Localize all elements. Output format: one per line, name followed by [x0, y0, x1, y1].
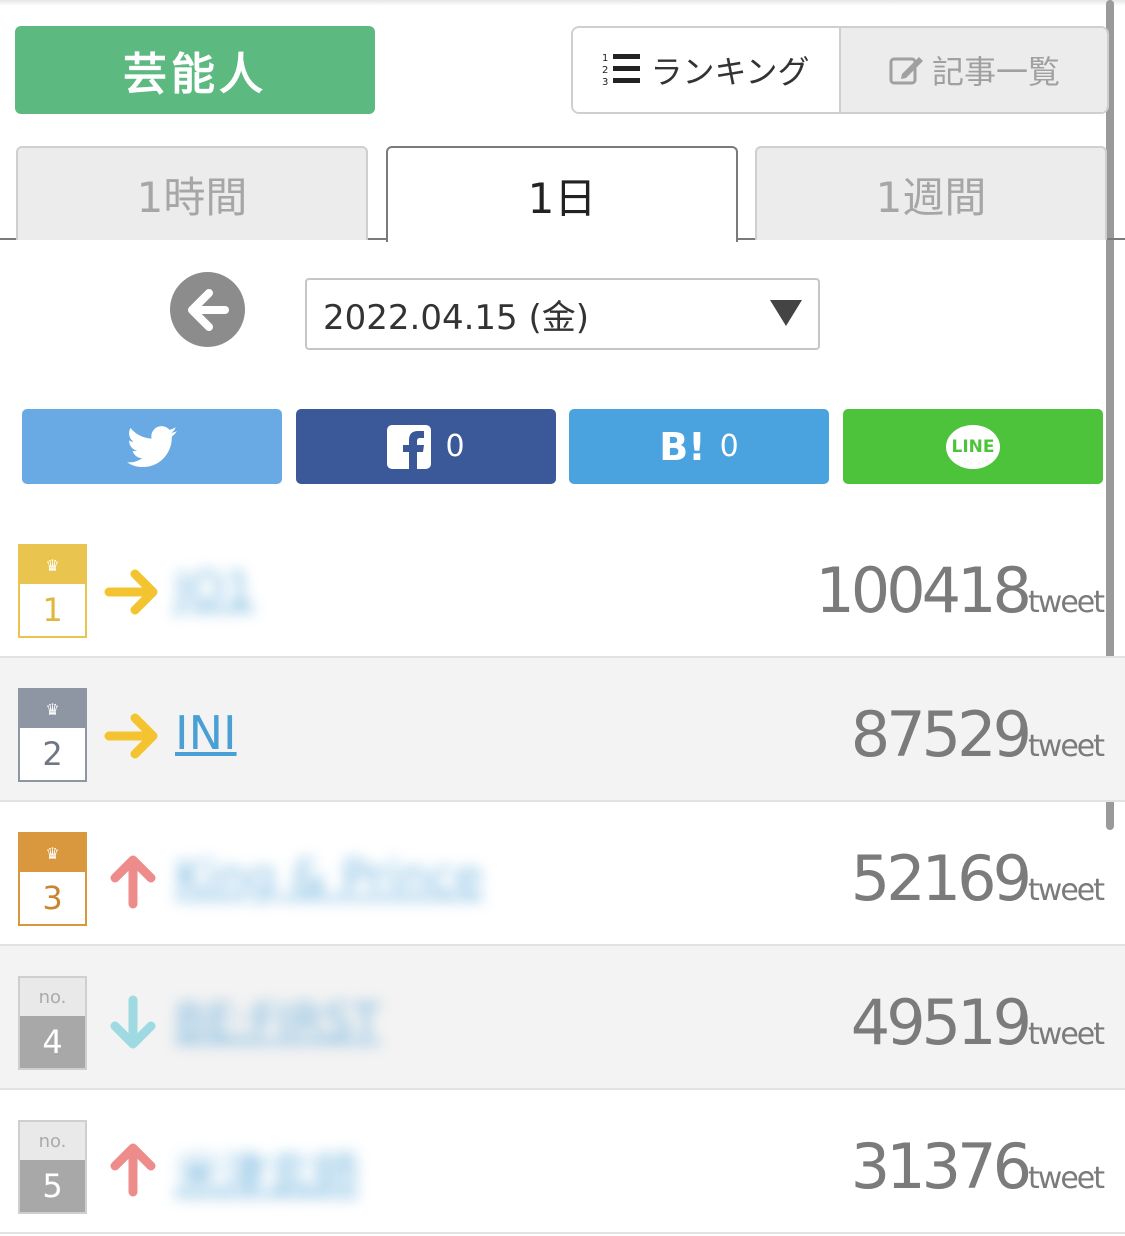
edit-icon [889, 57, 923, 85]
hatena-bookmark-icon: B! [659, 424, 706, 469]
tweet-unit: tweet [1028, 1161, 1105, 1196]
facebook-icon [387, 424, 432, 469]
rank-number: 1 [20, 584, 85, 636]
tweet-count-value: 87529 [850, 698, 1032, 771]
facebook-share-button[interactable]: 0 [296, 409, 556, 484]
crown-icon: ♛ [20, 690, 85, 728]
tweet-count-value: 52169 [850, 842, 1032, 915]
articles-view-label: 記事一覧 [931, 53, 1060, 91]
ranking-row-4[interactable]: no. 4 BE:FIRST 49519 tweet [0, 946, 1125, 1090]
tweet-unit: tweet [1028, 585, 1105, 620]
arrow-left-icon [187, 288, 229, 331]
tweet-unit: tweet [1028, 729, 1105, 764]
tweet-count-value: 49519 [850, 986, 1032, 1059]
tweet-count: 49519 tweet [850, 986, 1105, 1059]
rank-number: 5 [20, 1160, 85, 1212]
svg-text:3: 3 [602, 77, 608, 88]
svg-text:1: 1 [602, 53, 608, 64]
tweet-count: 87529 tweet [850, 698, 1105, 771]
rank-badge: ♛ 2 [18, 688, 87, 782]
tweet-count: 100418 tweet [815, 554, 1105, 627]
ranking-view-label: ランキング [650, 53, 810, 91]
facebook-share-count: 0 [445, 429, 465, 464]
top-shadow [0, 0, 1125, 6]
rank-number: 3 [20, 872, 85, 924]
twitter-bird-icon [127, 425, 177, 467]
artist-link[interactable]: 米津玄師 [175, 1138, 359, 1204]
crown-icon: ♛ [20, 546, 85, 584]
artist-link[interactable]: King & Prince [175, 850, 483, 904]
rank-badge: no. 4 [18, 976, 87, 1070]
tweet-unit: tweet [1028, 1017, 1105, 1052]
rank-badge: ♛ 3 [18, 832, 87, 926]
date-select[interactable]: 2022.04.15 (金) [305, 278, 820, 350]
arrow-right-icon [104, 713, 158, 759]
artist-link[interactable]: JO1 [175, 562, 254, 616]
arrow-up-icon [110, 855, 156, 909]
date-value: 2022.04.15 (金) [323, 297, 590, 338]
hatena-bookmark-button[interactable]: B! 0 [569, 409, 829, 484]
tweet-unit: tweet [1028, 873, 1105, 908]
articles-view-button[interactable]: 記事一覧 [839, 28, 1107, 112]
line-icon-label: LINE [951, 436, 995, 457]
ranked-list-icon: 1 2 3 [602, 53, 641, 88]
line-icon: LINE [946, 424, 1000, 469]
tweet-count-value: 31376 [850, 1130, 1032, 1203]
rank-no-label: no. [20, 978, 85, 1016]
hatena-bookmark-count: 0 [719, 429, 739, 464]
arrow-down-icon [110, 995, 156, 1049]
chevron-down-icon [770, 300, 802, 326]
tab-1-week[interactable]: 1週間 [755, 146, 1107, 240]
rank-no-label: no. [20, 1122, 85, 1160]
tweet-count-value: 100418 [815, 554, 1032, 627]
rank-number: 4 [20, 1016, 85, 1068]
ranking-row-3[interactable]: ♛ 3 King & Prince 52169 tweet [0, 802, 1125, 946]
rank-badge: ♛ 1 [18, 544, 87, 638]
arrow-up-icon [110, 1143, 156, 1197]
crown-icon: ♛ [20, 834, 85, 872]
tab-1-day[interactable]: 1日 [386, 146, 738, 242]
ranking-row-5[interactable]: no. 5 米津玄師 31376 tweet [0, 1090, 1125, 1234]
arrow-right-icon [104, 569, 158, 615]
rank-badge: no. 5 [18, 1120, 87, 1214]
tab-1-hour[interactable]: 1時間 [16, 146, 368, 240]
ranking-row-1[interactable]: ♛ 1 JO1 100418 tweet [0, 514, 1125, 658]
line-share-button[interactable]: LINE [843, 409, 1103, 484]
svg-text:2: 2 [602, 65, 608, 76]
ranking-view-button[interactable]: 1 2 3 ランキング [573, 28, 839, 112]
tweet-count: 31376 tweet [850, 1130, 1105, 1203]
twitter-share-button[interactable] [22, 409, 282, 484]
previous-date-button[interactable] [170, 272, 245, 347]
view-toggle: 1 2 3 ランキング 記事一覧 [571, 26, 1109, 114]
ranking-row-2[interactable]: ♛ 2 INI 87529 tweet [0, 658, 1125, 802]
artist-link[interactable]: BE:FIRST [175, 994, 380, 1048]
tweet-count: 52169 tweet [850, 842, 1105, 915]
rank-number: 2 [20, 728, 85, 780]
category-button[interactable]: 芸能人 [15, 26, 375, 114]
artist-link[interactable]: INI [175, 706, 237, 760]
